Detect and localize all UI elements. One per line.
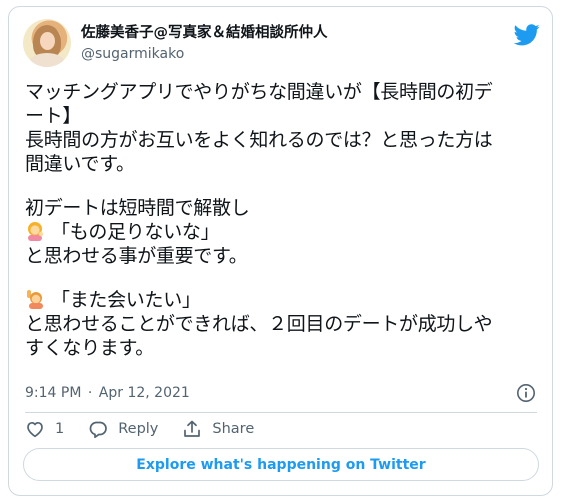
- tweet-line: 初デートは短時間で解散し: [25, 197, 250, 219]
- author-handle[interactable]: @sugarmikako: [81, 45, 184, 63]
- tweet-date[interactable]: Apr 12, 2021: [99, 385, 190, 401]
- explore-twitter-button[interactable]: Explore what's happening on Twitter: [23, 448, 539, 481]
- tweet-line: すくなります。: [25, 337, 155, 359]
- avatar-shoulder: [29, 53, 65, 67]
- divider: [25, 412, 537, 413]
- tweet-line: マッチングアプリでやりがちな間違いが【長時間の初デ: [25, 81, 493, 103]
- tweet-line: 長時間の方がお互いをよく知れるのでは？と思った方は: [25, 129, 493, 151]
- tweet-text: マッチングアプリでやりがちな間違いが【長時間の初デ ート】 長時間の方がお互いを…: [25, 80, 545, 360]
- like-button[interactable]: 1: [25, 419, 64, 439]
- twitter-bird-icon[interactable]: [514, 24, 540, 46]
- tweet-line-with-emoji: 「もの足りないな」: [25, 220, 545, 244]
- timestamp-separator: ·: [87, 385, 93, 401]
- tweet-line-text: 「また会いたい」: [51, 289, 201, 311]
- info-icon[interactable]: [516, 383, 536, 403]
- tweet-line-with-emoji: 「また会いたい」: [25, 288, 545, 312]
- tweet-line: 間違いです。: [25, 153, 135, 175]
- tweet-card[interactable]: 佐藤美香子@写真家＆結婚相談所仲人 @sugarmikako マッチングアプリで…: [8, 6, 553, 496]
- share-button[interactable]: Share: [182, 419, 254, 439]
- avatar[interactable]: [23, 19, 71, 67]
- tweet-timestamp[interactable]: 9:14 PM · Apr 12, 2021: [25, 384, 192, 402]
- tweet-time[interactable]: 9:14 PM: [25, 385, 81, 401]
- reply-button[interactable]: Reply: [88, 419, 158, 439]
- heart-icon: [27, 421, 43, 438]
- tweet-actions: 1 Reply Share: [25, 418, 278, 440]
- reply-icon: [89, 421, 108, 439]
- tweet-line-text: 「もの足りないな」: [51, 221, 220, 243]
- tweet-line: ート】: [25, 105, 82, 127]
- like-count: 1: [55, 421, 65, 437]
- tweet-line: と思わせる事が重要です。: [25, 245, 248, 267]
- tweet-line: と思わせることができれば、２回目のデートが成功しや: [25, 313, 493, 335]
- avatar-face: [40, 32, 55, 50]
- author-display-name[interactable]: 佐藤美香子@写真家＆結婚相談所仲人: [81, 24, 328, 42]
- share-icon: [184, 420, 201, 437]
- woman-tipping-hand-emoji: [28, 222, 44, 241]
- person-raising-hand-emoji: [27, 290, 43, 309]
- share-label: Share: [212, 421, 255, 437]
- reply-label: Reply: [118, 421, 159, 437]
